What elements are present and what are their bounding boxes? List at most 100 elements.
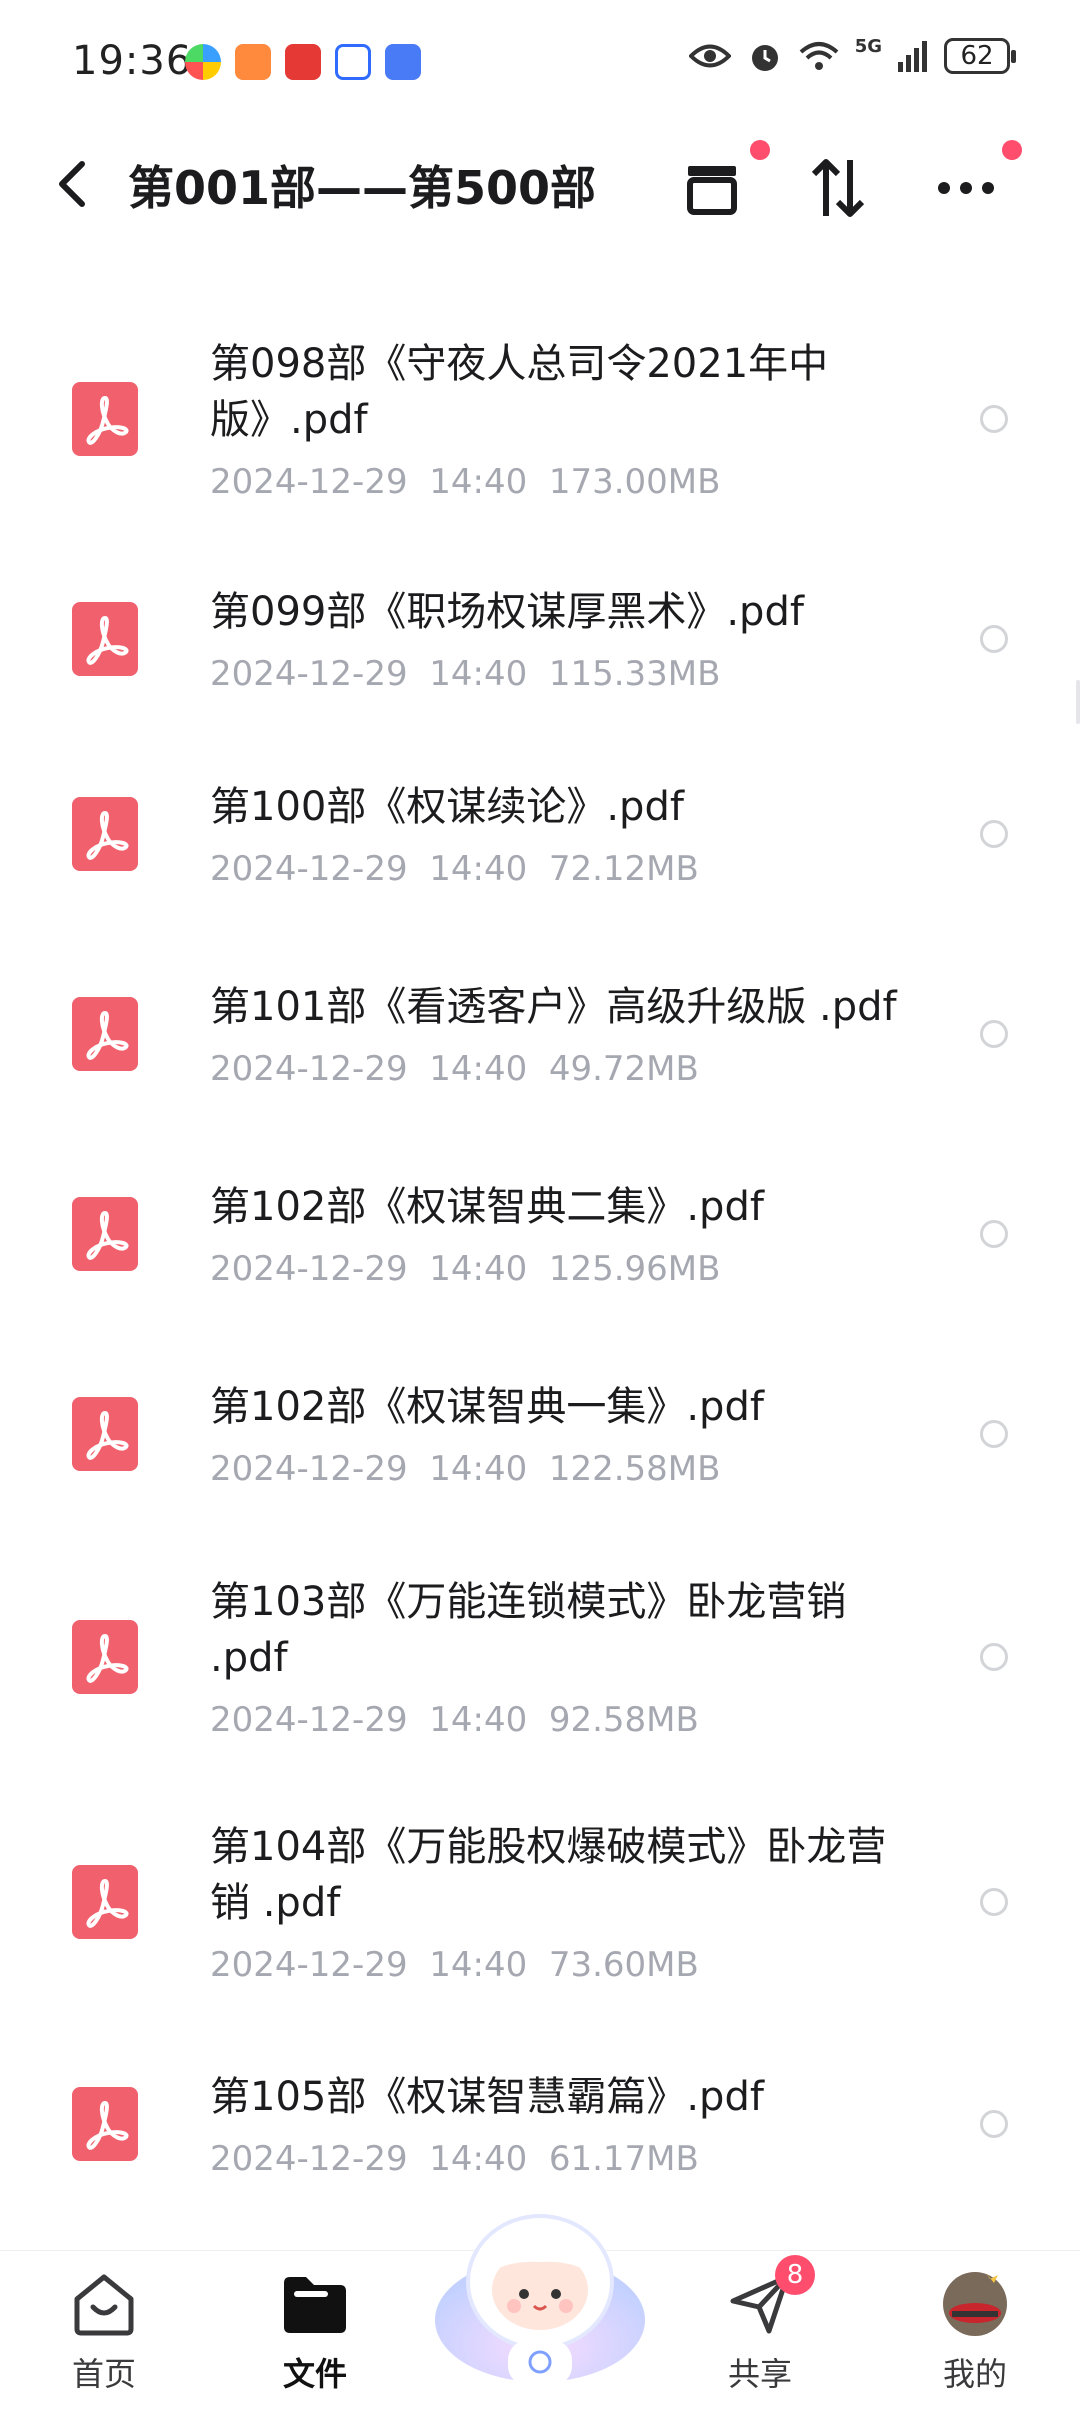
- file-name: 第100部《权谋续论》.pdf: [210, 784, 684, 830]
- folder-icon: [280, 2269, 350, 2339]
- archive-box-icon: [687, 166, 737, 215]
- status-time: 19:36: [72, 38, 193, 84]
- file-meta: 2024-12-29 14:40 115.33MB: [210, 654, 720, 694]
- file-row[interactable]: 第099部《职场权谋厚黑术》.pdf 2024-12-29 14:40 115.3…: [0, 550, 1080, 740]
- file-size: 92.58MB: [548, 1699, 699, 1740]
- file-row[interactable]: 第104部《万能股权爆破模式》卧龙营销 .pdf 2024-12-29 14:40…: [0, 1785, 1080, 2030]
- file-date: 2024-12-29: [210, 1699, 408, 1740]
- file-meta: 2024-12-29 14:40 72.12MB: [210, 849, 699, 889]
- app-notification-icon: [285, 44, 321, 80]
- tab-share-label: 共享: [727, 2355, 792, 2393]
- sort-arrows-icon: [811, 159, 865, 217]
- file-size: 115.33MB: [548, 654, 721, 694]
- file-time: 14:40: [429, 654, 528, 694]
- file-meta: 2024-12-29 14:40 92.58MB: [210, 1700, 699, 1740]
- file-time: 14:40: [429, 2139, 528, 2179]
- alarm-icon: [751, 45, 778, 71]
- file-time: 14:40: [429, 1249, 528, 1289]
- file-time: 14:40: [429, 1699, 528, 1740]
- file-meta: 2024-12-29 14:40 49.72MB: [210, 1049, 699, 1089]
- pdf-file-icon: [72, 797, 138, 871]
- file-row[interactable]: 第103部《万能连锁模式》卧龙营销 .pdf 2024-12-29 14:40 9…: [0, 1540, 1080, 1785]
- battery-indicator: 62: [944, 38, 1016, 74]
- file-size: 49.72MB: [548, 1049, 699, 1089]
- file-row[interactable]: 第098部《守夜人总司令2021年中版》.pdf 2024-12-29 14:40…: [0, 300, 1080, 550]
- signal-icon: 5G: [854, 35, 882, 57]
- file-date: 2024-12-29: [210, 2139, 408, 2179]
- file-size: 73.60MB: [548, 1944, 699, 1985]
- file-time: 14:40: [429, 1449, 528, 1489]
- back-button[interactable]: [52, 158, 92, 210]
- select-radio[interactable]: [980, 820, 1008, 848]
- file-size: 173.00MB: [548, 462, 721, 502]
- system-icons: 5G 62: [688, 35, 1016, 74]
- file-meta: 2024-12-29 14:40 173.00MB: [210, 462, 720, 502]
- file-date: 2024-12-29: [210, 1944, 408, 1985]
- file-name: 第105部《权谋智慧霸篇》.pdf: [210, 2074, 764, 2120]
- file-name: 第104部《万能股权爆破模式》卧龙营销 .pdf: [210, 1823, 887, 1926]
- file-size: 72.12MB: [548, 849, 699, 889]
- select-radio[interactable]: [980, 1420, 1008, 1448]
- top-app-bar: 第001部——第500部: [0, 130, 1080, 240]
- tab-files[interactable]: 文件: [245, 2269, 385, 2409]
- file-row[interactable]: 第101部《看透客户》高级升级版 .pdf 2024-12-29 14:40 49…: [0, 940, 1080, 1140]
- mascot-assistant-button[interactable]: [430, 2190, 650, 2390]
- file-date: 2024-12-29: [210, 849, 408, 889]
- chevron-left-icon: [59, 161, 85, 207]
- file-row[interactable]: 第102部《权谋智典一集》.pdf 2024-12-29 14:40 122.58…: [0, 1340, 1080, 1540]
- file-name: 第103部《万能连锁模式》卧龙营销 .pdf: [210, 1578, 847, 1681]
- pdf-file-icon: [72, 997, 138, 1071]
- select-radio[interactable]: [980, 1220, 1008, 1248]
- archive-button[interactable]: [672, 140, 770, 228]
- notification-dot: [1002, 140, 1022, 160]
- pdf-file-icon: [72, 1397, 138, 1471]
- eye-icon: [688, 44, 731, 68]
- pdf-file-icon: [72, 2087, 138, 2161]
- file-date: 2024-12-29: [210, 1449, 408, 1489]
- file-meta: 2024-12-29 14:40 73.60MB: [210, 1945, 699, 1985]
- select-radio[interactable]: [980, 405, 1008, 433]
- home-icon: [69, 2269, 139, 2339]
- pdf-file-icon: [72, 1864, 138, 1939]
- file-name: 第101部《看透客户》高级升级版 .pdf: [210, 984, 897, 1030]
- more-options-button[interactable]: [926, 140, 1022, 228]
- select-radio[interactable]: [980, 1887, 1008, 1916]
- tab-files-label: 文件: [282, 2355, 347, 2393]
- pdf-file-icon: [72, 1619, 138, 1694]
- tab-home[interactable]: 首页: [34, 2269, 174, 2409]
- status-bar: 19:36 5G 62: [0, 0, 1080, 120]
- file-time: 14:40: [429, 849, 528, 889]
- file-time: 14:40: [429, 1944, 528, 1985]
- file-meta: 2024-12-29 14:40 122.58MB: [210, 1449, 720, 1489]
- app-notification-icon: [385, 44, 421, 80]
- file-meta: 2024-12-29 14:40 61.17MB: [210, 2139, 699, 2179]
- file-name: 第098部《守夜人总司令2021年中版》.pdf: [210, 341, 829, 443]
- file-size: 122.58MB: [548, 1449, 721, 1489]
- file-date: 2024-12-29: [210, 1049, 408, 1089]
- tab-share[interactable]: 8 共享: [690, 2255, 830, 2409]
- app-notification-icon: [185, 44, 221, 80]
- file-date: 2024-12-29: [210, 462, 408, 502]
- paper-plane-icon: 8: [725, 2255, 815, 2339]
- more-horizontal-icon: [938, 182, 994, 194]
- select-radio[interactable]: [980, 1020, 1008, 1048]
- select-radio[interactable]: [980, 2110, 1008, 2138]
- file-time: 14:40: [429, 462, 528, 502]
- tab-mine[interactable]: 我的: [905, 2269, 1045, 2409]
- select-radio[interactable]: [980, 1642, 1008, 1671]
- file-row[interactable]: 第102部《权谋智典二集》.pdf 2024-12-29 14:40 125.96…: [0, 1140, 1080, 1340]
- baidu-notification-icon: [335, 44, 371, 80]
- file-date: 2024-12-29: [210, 1249, 408, 1289]
- select-radio[interactable]: [980, 625, 1008, 653]
- file-name: 第099部《职场权谋厚黑术》.pdf: [210, 589, 804, 635]
- astronaut-mascot-icon: [435, 2214, 645, 2386]
- file-name: 第102部《权谋智典一集》.pdf: [210, 1384, 764, 1430]
- sort-button[interactable]: [798, 148, 878, 228]
- notification-dot: [750, 140, 770, 160]
- file-meta: 2024-12-29 14:40 125.96MB: [210, 1249, 720, 1289]
- file-row[interactable]: 第100部《权谋续论》.pdf 2024-12-29 14:40 72.12MB: [0, 740, 1080, 940]
- page-title: 第001部——第500部: [128, 161, 597, 215]
- wifi-icon: [799, 42, 839, 70]
- tab-home-label: 首页: [71, 2355, 136, 2393]
- file-name: 第102部《权谋智典二集》.pdf: [210, 1184, 764, 1230]
